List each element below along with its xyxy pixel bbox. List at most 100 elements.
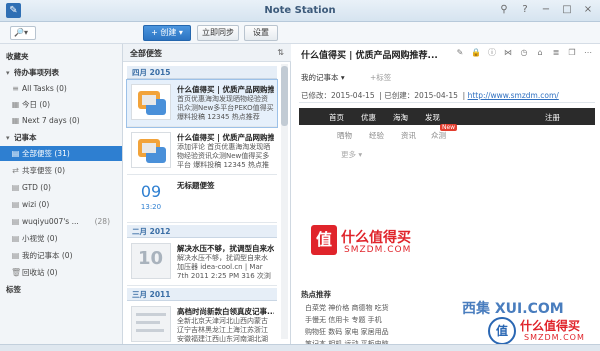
more-icon[interactable]: ⋯ xyxy=(583,48,593,58)
sort-icon[interactable]: ⇅ xyxy=(277,48,284,57)
minimize-icon[interactable]: − xyxy=(540,4,552,16)
clip-sub-item[interactable]: 晒物 xyxy=(337,130,352,141)
clip-sub-item[interactable]: 经验 xyxy=(369,130,384,141)
sidebar-item-label: 全部便签 (31) xyxy=(22,149,70,158)
note-item[interactable]: 09 13:20 无标题便签 xyxy=(127,176,277,223)
share-icon[interactable]: ⋈ xyxy=(503,48,513,58)
sidebar-item-all-notes[interactable]: ▤ 全部便签 (31) xyxy=(0,146,122,161)
sidebar-item-label: All Tasks (0) xyxy=(22,84,67,93)
sidebar-item-all-tasks[interactable]: ≡ All Tasks (0) xyxy=(0,81,122,96)
sidebar-tags-head[interactable]: 标签 xyxy=(0,282,122,297)
sidebar-item-gtd[interactable]: ▤ GTD (0) xyxy=(0,180,122,195)
hot-row: 购物狂 数码 家电 家居用品 xyxy=(305,328,389,336)
note-snippet: 全新北京天津河北山西内蒙古辽宁吉林黑龙江上海江苏浙江安徽福建江西山东河南湖北湖南 xyxy=(177,317,268,343)
clip-nav-item[interactable]: 首页 xyxy=(329,112,344,123)
watermark-site: 西集 XUI.COM xyxy=(462,301,564,317)
sidebar-notebooks-head[interactable]: ▾ 记事本 xyxy=(0,130,122,145)
clip-sub-item[interactable]: 资讯 xyxy=(401,130,416,141)
sidebar-item-my-notebook[interactable]: ▤ 我的记事本 (0) xyxy=(0,248,122,263)
sidebar-item-trash[interactable]: 🗑 回收站 (0) xyxy=(0,265,122,280)
note-title: 无标题便签 xyxy=(177,181,215,190)
hot-row: 手慢无 信用卡 专题 手机 xyxy=(305,316,382,324)
sidebar-item-label: Next 7 days (0) xyxy=(22,116,80,125)
sidebar-item-next-7-days[interactable]: ▦ Next 7 days (0) xyxy=(0,113,122,128)
sidebar-todo-head[interactable]: ▾ 待办事项列表 xyxy=(0,65,122,80)
search-input[interactable]: 🔎▾ xyxy=(10,26,36,40)
note-item[interactable]: 什么值得买 | 优质产品网购推荐... 添加评论 首页优惠海淘发现晒物经验资讯众… xyxy=(127,128,277,175)
clip-sub-item[interactable]: 众测 xyxy=(431,130,446,141)
lock-icon[interactable]: 🔒 xyxy=(471,48,481,58)
hot-row: 白菜党 神价格 商德物 吃货 xyxy=(305,304,389,312)
sidebar-item-label: 我的记事本 (0) xyxy=(22,251,73,260)
logo-text: 什么值得买 xyxy=(341,230,411,246)
note-snippet: 解决水压不够，扰调型自来水加压器 idea-cool.cn | Mar 7th … xyxy=(177,254,271,280)
sidebar-item-label: 回收站 (0) xyxy=(22,268,58,277)
todo-head-label: 待办事项列表 xyxy=(14,68,59,77)
note-list-title: 全部便签 xyxy=(130,49,162,58)
help-icon[interactable]: ? xyxy=(519,4,531,16)
notebook-icon: ▤ xyxy=(11,149,20,158)
sidebar-item-today[interactable]: ▦ 今日 (0) xyxy=(0,97,122,112)
sync-now-button[interactable]: 立即同步 xyxy=(197,25,239,41)
note-title: 什么值得买 | 优质产品网购推荐... xyxy=(177,133,274,142)
sidebar: 收藏夹 ▾ 待办事项列表 ≡ All Tasks (0) ▦ 今日 (0) ▦ Next… xyxy=(0,44,123,344)
note-snippet: 添加评论 首页优惠海淘发现晒物经验资讯众测New值得买多平台 爆料投稿 1234… xyxy=(177,143,271,169)
note-date-thumbnail: 09 13:20 xyxy=(131,180,171,216)
note-item[interactable]: 高档时尚新款白领真皮记事... 全新北京天津河北山西内蒙古辽宁吉林黑龙江上海江苏… xyxy=(127,302,277,349)
sidebar-item-shared[interactable]: ⇄ 共享便签 (0) xyxy=(0,163,122,178)
modified-label: 已修改： xyxy=(301,91,331,100)
notebook-icon: ▤ xyxy=(11,217,20,226)
notebook-icon: ▤ xyxy=(11,183,20,192)
close-icon[interactable]: × xyxy=(582,4,594,16)
sidebar-item-label: 共享便签 (0) xyxy=(22,166,66,175)
list-icon: ≡ xyxy=(12,84,19,93)
note-thumbnail xyxy=(131,132,171,168)
clip-nav-item[interactable]: 海淘 xyxy=(393,112,408,123)
sidebar-item-label: 今日 (0) xyxy=(22,100,51,109)
copy-icon[interactable]: ❐ xyxy=(567,48,577,58)
watermark-domain: SMZDM.COM xyxy=(524,333,585,342)
trash-icon: 🗑 xyxy=(11,268,22,277)
notebook-selector[interactable]: 我的记事本 ▾ xyxy=(301,72,345,83)
note-thumbnail: 10 xyxy=(131,243,171,279)
month-header: 二月 2012 xyxy=(127,225,277,238)
create-label: + 创建 xyxy=(151,28,177,37)
list-icon[interactable]: ≣ xyxy=(551,48,561,58)
smzdm-logo-icon: 值 xyxy=(311,225,337,255)
watermark-brand: 什么值得买 xyxy=(520,319,581,333)
tag-icon[interactable]: ⌂ xyxy=(535,48,545,58)
add-tag-input[interactable]: +标签 xyxy=(370,72,391,83)
clip-more-link[interactable]: 更多 ▾ xyxy=(341,149,362,160)
history-icon[interactable]: ◷ xyxy=(519,48,529,58)
sidebar-item-count: (28) xyxy=(94,217,110,226)
divider xyxy=(299,102,595,103)
clip-nav-item[interactable]: 优惠 xyxy=(361,112,376,123)
sidebar-item-wuqiyu[interactable]: ▤ wuqiyu007's ... (28) xyxy=(0,214,122,229)
watermark-seal-icon: 值 xyxy=(488,317,516,345)
scrollbar-thumb[interactable] xyxy=(281,66,288,126)
clip-nav-item[interactable]: 发现 xyxy=(425,112,440,123)
notebook-icon: ▤ xyxy=(11,234,20,243)
note-item[interactable]: 什么值得买 | 优质产品网购推荐... 首页优惠海淘发现晒物经验资讯众测New多… xyxy=(126,79,278,128)
note-thumbnail xyxy=(131,84,171,120)
maximize-icon[interactable]: □ xyxy=(561,4,573,16)
note-list: 全部便签 ⇅ 四月 2015 什么值得买 | 优质产品网购推荐... 首页优惠海… xyxy=(123,44,291,349)
hot-title: 热点推荐 xyxy=(301,290,331,299)
edit-icon[interactable]: ✎ xyxy=(455,48,465,58)
note-item[interactable]: 10 解决水压不够，扰调型自来水... 解决水压不够，扰调型自来水加压器 ide… xyxy=(127,239,277,286)
pin-icon[interactable]: ⚲ xyxy=(498,4,510,16)
create-button[interactable]: + 创建 ▾ xyxy=(143,25,191,41)
sidebar-item-label: wizi (0) xyxy=(22,200,50,209)
sidebar-item-xiaoshijue[interactable]: ▤ 小视觉 (0) xyxy=(0,231,122,246)
sidebar-favorites[interactable]: 收藏夹 xyxy=(0,49,122,64)
window-controls: ⚲ ? − □ × xyxy=(498,4,594,16)
clip-nav-item[interactable]: 注册 xyxy=(545,112,560,123)
calendar-icon: ▦ xyxy=(11,100,20,109)
note-view-title[interactable]: 什么值得买 | 优质产品网购推荐... xyxy=(301,48,451,61)
status-bar xyxy=(0,344,600,351)
source-url-link[interactable]: http://www.smzdm.com/ xyxy=(468,91,559,100)
settings-button[interactable]: 设置 xyxy=(244,25,278,41)
sidebar-item-wizi[interactable]: ▤ wizi (0) xyxy=(0,197,122,212)
info-icon[interactable]: ⓘ xyxy=(487,48,497,58)
notebooks-head-label: 记事本 xyxy=(14,133,37,142)
